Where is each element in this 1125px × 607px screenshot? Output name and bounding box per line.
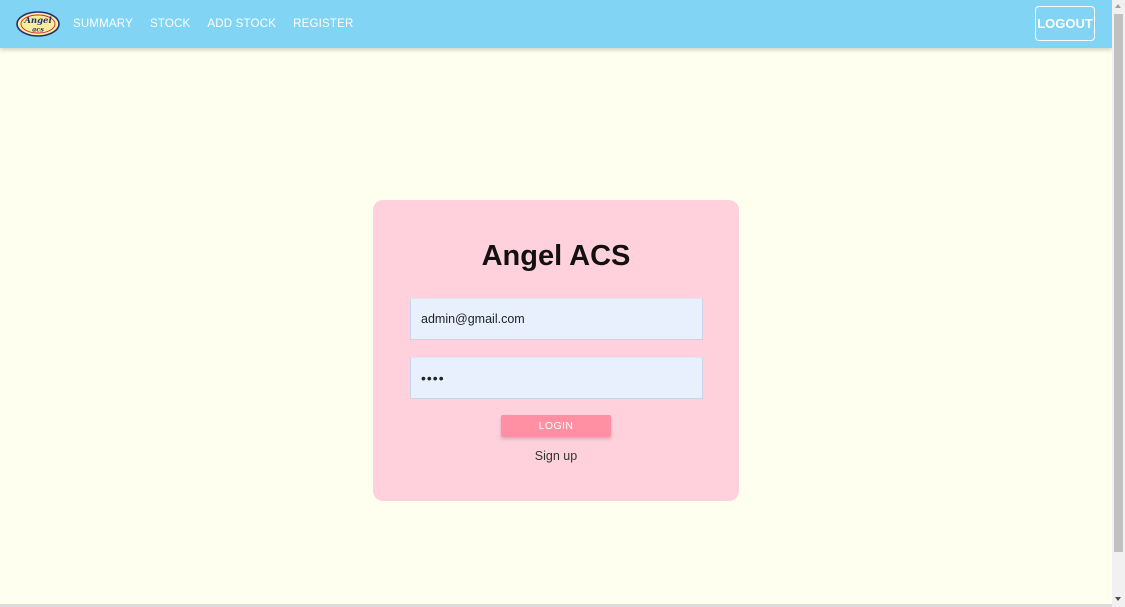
vertical-scrollbar[interactable] (1112, 0, 1125, 607)
angel-acs-logo[interactable]: Angel acs (16, 11, 60, 37)
nav-stock-link[interactable]: STOCK (150, 18, 190, 30)
signup-link[interactable]: Sign up (501, 449, 611, 463)
nav-register-link[interactable]: REGISTER (293, 18, 353, 30)
svg-text:acs: acs (32, 26, 44, 34)
top-navbar: Angel acs SUMMARY STOCK ADD STOCK REGIST… (0, 0, 1112, 48)
login-button[interactable]: LOGIN (501, 415, 611, 437)
scroll-thumb[interactable] (1114, 14, 1123, 552)
login-title: Angel ACS (481, 240, 631, 272)
password-input[interactable] (410, 357, 703, 399)
svg-text:Angel: Angel (23, 16, 52, 26)
nav-add-stock-link[interactable]: ADD STOCK (207, 18, 276, 30)
nav-summary-link[interactable]: SUMMARY (73, 18, 133, 30)
page: Angel acs SUMMARY STOCK ADD STOCK REGIST… (0, 0, 1112, 607)
scroll-up-icon[interactable] (1115, 4, 1121, 8)
email-input[interactable] (410, 298, 703, 340)
scroll-down-icon[interactable] (1115, 597, 1121, 601)
logout-button[interactable]: LOGOUT (1035, 6, 1095, 41)
nav-links: SUMMARY STOCK ADD STOCK REGISTER (73, 0, 370, 48)
